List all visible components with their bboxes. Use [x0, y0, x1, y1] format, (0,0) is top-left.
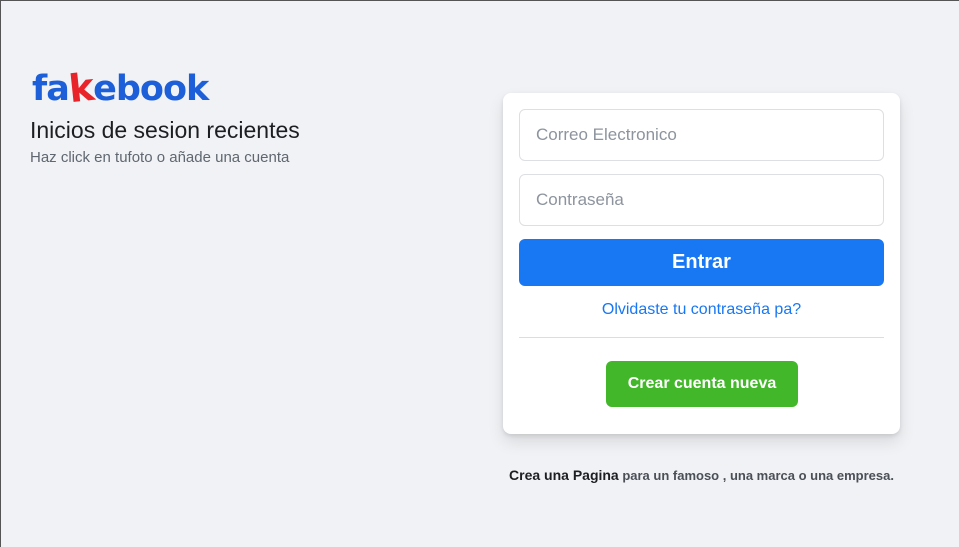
- login-button[interactable]: Entrar: [519, 239, 884, 286]
- logo-text-suffix: ebook: [93, 69, 209, 109]
- logo-text-prefix: fa: [32, 69, 70, 109]
- fakebook-logo: fa k ebook: [32, 63, 209, 112]
- divider: [519, 337, 884, 338]
- logo-text-k: k: [66, 64, 96, 112]
- create-page-description: para un famoso , una marca o una empresa…: [618, 468, 894, 483]
- email-field[interactable]: [519, 109, 884, 161]
- login-card: Entrar Olvidaste tu contraseña pa? Crear…: [503, 93, 900, 434]
- password-field[interactable]: [519, 174, 884, 226]
- recent-logins-subtitle: Haz click en tufoto o añade una cuenta: [30, 149, 290, 166]
- create-page-link[interactable]: Crea una Pagina: [509, 467, 619, 483]
- recent-logins-title: Inicios de sesion recientes: [30, 117, 300, 143]
- forgot-password-link[interactable]: Olvidaste tu contraseña pa?: [503, 301, 900, 319]
- create-page-line: Crea una Pagina para un famoso , una mar…: [503, 467, 900, 483]
- create-account-button[interactable]: Crear cuenta nueva: [606, 361, 798, 407]
